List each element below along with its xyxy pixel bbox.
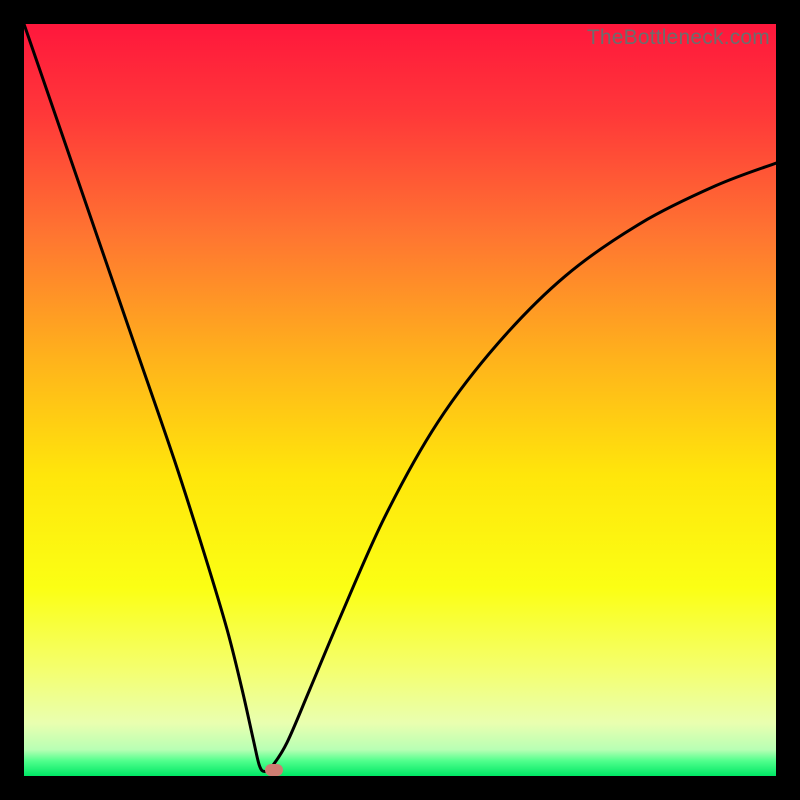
watermark-text: TheBottleneck.com (587, 26, 770, 50)
optimal-point-marker (265, 764, 283, 776)
chart-frame: TheBottleneck.com (24, 24, 776, 776)
chart-background (24, 24, 776, 776)
